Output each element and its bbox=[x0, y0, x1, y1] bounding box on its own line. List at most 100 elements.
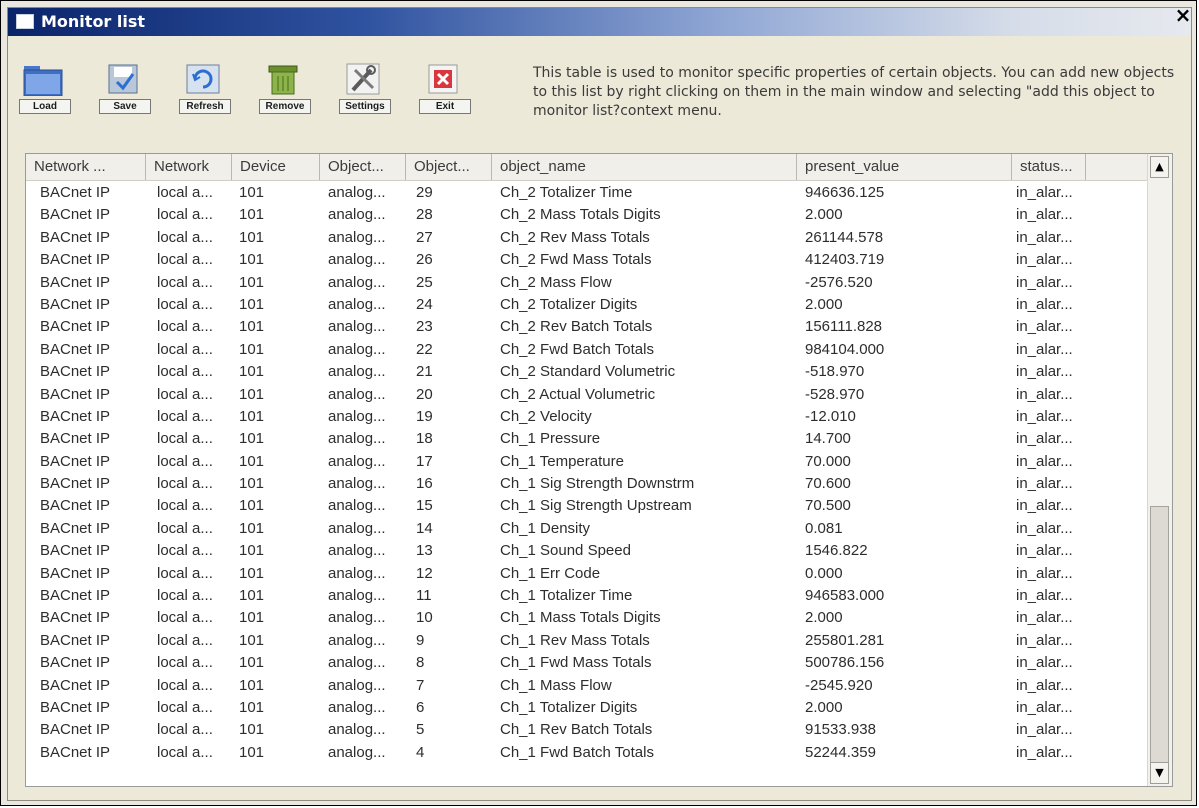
table-cell: Ch_2 Standard Volumetric bbox=[500, 363, 676, 381]
table-cell: 101 bbox=[239, 318, 265, 336]
table-cell: 70.600 bbox=[805, 475, 851, 493]
table-cell: 101 bbox=[239, 385, 265, 403]
table-cell: BACnet IP bbox=[40, 519, 111, 537]
table-row[interactable]: BACnet IP local a... 101 analog... 5 Ch_1 Rev… bbox=[26, 719, 1148, 741]
table-cell: 101 bbox=[239, 519, 265, 537]
table-cell: 101 bbox=[239, 564, 265, 582]
table-row[interactable]: BACnet IP local a... 101 analog... 20 Ch_2 Ac… bbox=[26, 384, 1148, 406]
table-cell: analog... bbox=[328, 318, 386, 336]
table-cell: in_alar... bbox=[1016, 295, 1073, 313]
column-header[interactable]: Network ... bbox=[26, 154, 146, 180]
table-cell: local a... bbox=[157, 295, 213, 313]
table-row[interactable]: BACnet IP local a... 101 analog... 24 Ch_2 To… bbox=[26, 294, 1148, 316]
table-cell: local a... bbox=[157, 430, 213, 448]
table-cell: Ch_1 Rev Batch Totals bbox=[500, 721, 653, 739]
table-row[interactable]: BACnet IP local a... 101 analog... 27 Ch_2 Re… bbox=[26, 227, 1148, 249]
table-row[interactable]: BACnet IP local a... 101 analog... 14 Ch_1 De… bbox=[26, 518, 1148, 540]
monitor-table[interactable]: Network ... Network Device Object... Obj… bbox=[25, 153, 1173, 787]
table-cell: 261144.578 bbox=[805, 228, 884, 246]
table-row[interactable]: BACnet IP local a... 101 analog... 26 Ch_2 Fw… bbox=[26, 249, 1148, 271]
table-cell: in_alar... bbox=[1016, 497, 1073, 515]
table-cell: local a... bbox=[157, 698, 213, 716]
table-row[interactable]: BACnet IP local a... 101 analog... 13 Ch_1 So… bbox=[26, 540, 1148, 562]
table-cell: in_alar... bbox=[1016, 452, 1073, 470]
table-row[interactable]: BACnet IP local a... 101 analog... 28 Ch_2 Ma… bbox=[26, 204, 1148, 226]
table-cell: 101 bbox=[239, 407, 265, 425]
table-row[interactable]: BACnet IP local a... 101 analog... 16 Ch_1 Si… bbox=[26, 473, 1148, 495]
table-cell: Ch_1 Totalizer Time bbox=[500, 587, 633, 605]
table-cell: 11 bbox=[416, 587, 432, 605]
table-cell: 101 bbox=[239, 676, 265, 694]
scroll-down-button[interactable]: ▼ bbox=[1150, 762, 1169, 784]
table-cell: local a... bbox=[157, 519, 213, 537]
column-header[interactable]: Object... bbox=[320, 154, 406, 180]
table-row[interactable]: BACnet IP local a... 101 analog... 23 Ch_2 Re… bbox=[26, 316, 1148, 338]
column-header[interactable]: Network bbox=[146, 154, 232, 180]
table-cell: 9 bbox=[416, 631, 425, 649]
table-cell: BACnet IP bbox=[40, 206, 111, 224]
table-cell: BACnet IP bbox=[40, 497, 111, 515]
title-bar[interactable]: Monitor list bbox=[8, 8, 1191, 36]
table-row[interactable]: BACnet IP local a... 101 analog... 7 Ch_1 Mas… bbox=[26, 675, 1148, 697]
close-button[interactable]: × bbox=[1172, 4, 1194, 26]
table-cell: BACnet IP bbox=[40, 452, 111, 470]
column-header[interactable]: present_value bbox=[797, 154, 1012, 180]
table-cell: 101 bbox=[239, 430, 265, 448]
scroll-up-button[interactable]: ▲ bbox=[1150, 156, 1169, 178]
window-frame: Monitor list × Load Save Refresh Remove … bbox=[0, 0, 1197, 806]
table-row[interactable]: BACnet IP local a... 101 analog... 29 Ch_2 To… bbox=[26, 182, 1148, 204]
table-cell: analog... bbox=[328, 452, 386, 470]
table-row[interactable]: BACnet IP local a... 101 analog... 19 Ch_2 Ve… bbox=[26, 406, 1148, 428]
scroll-thumb[interactable] bbox=[1150, 506, 1169, 764]
table-cell: in_alar... bbox=[1016, 430, 1073, 448]
table-cell: Ch_2 Mass Flow bbox=[500, 273, 612, 291]
table-cell: 101 bbox=[239, 497, 265, 515]
table-cell: 7 bbox=[416, 676, 425, 694]
table-row[interactable]: BACnet IP local a... 101 analog... 18 Ch_1 Pr… bbox=[26, 428, 1148, 450]
table-cell: in_alar... bbox=[1016, 564, 1073, 582]
table-cell: BACnet IP bbox=[40, 587, 111, 605]
table-cell: in_alar... bbox=[1016, 184, 1073, 201]
table-row[interactable]: BACnet IP local a... 101 analog... 21 Ch_2 St… bbox=[26, 361, 1148, 383]
table-row[interactable]: BACnet IP local a... 101 analog... 8 Ch_1 Fwd… bbox=[26, 652, 1148, 674]
table-cell: 101 bbox=[239, 542, 265, 560]
toolbar: Load Save Refresh Remove Settings Exit bbox=[19, 56, 489, 126]
refresh-button[interactable]: Refresh bbox=[179, 56, 231, 114]
table-row[interactable]: BACnet IP local a... 101 analog... 15 Ch_1 Si… bbox=[26, 495, 1148, 517]
table-cell: 2.000 bbox=[805, 609, 843, 627]
table-row[interactable]: BACnet IP local a... 101 analog... 9 Ch_1 Rev… bbox=[26, 630, 1148, 652]
table-cell: Ch_2 Rev Mass Totals bbox=[500, 228, 650, 246]
settings-button[interactable]: Settings bbox=[339, 56, 391, 114]
remove-button[interactable]: Remove bbox=[259, 56, 311, 114]
column-header[interactable]: Object... bbox=[406, 154, 492, 180]
table-cell: local a... bbox=[157, 654, 213, 672]
table-row[interactable]: BACnet IP local a... 101 analog... 6 Ch_1 Tot… bbox=[26, 697, 1148, 719]
table-cell: in_alar... bbox=[1016, 318, 1073, 336]
column-header[interactable]: Device bbox=[232, 154, 320, 180]
table-cell: 101 bbox=[239, 587, 265, 605]
table-row[interactable]: BACnet IP local a... 101 analog... 4 Ch_1 Fwd… bbox=[26, 742, 1148, 764]
table-row[interactable]: BACnet IP local a... 101 analog... 17 Ch_1 Te… bbox=[26, 451, 1148, 473]
table-row[interactable]: BACnet IP local a... 101 analog... 22 Ch_2 Fw… bbox=[26, 339, 1148, 361]
load-button[interactable]: Load bbox=[19, 56, 71, 114]
table-cell: analog... bbox=[328, 385, 386, 403]
table-row[interactable]: BACnet IP local a... 101 analog... 25 Ch_2 Ma… bbox=[26, 272, 1148, 294]
table-row[interactable]: BACnet IP local a... 101 analog... 10 Ch_1 Ma… bbox=[26, 607, 1148, 629]
tools-icon bbox=[346, 63, 380, 95]
column-header-filler bbox=[1086, 154, 1148, 180]
save-icon bbox=[108, 64, 138, 94]
save-button[interactable]: Save bbox=[99, 56, 151, 114]
column-header[interactable]: object_name bbox=[492, 154, 797, 180]
table-cell: local a... bbox=[157, 475, 213, 493]
table-cell: Ch_2 Mass Totals Digits bbox=[500, 206, 661, 224]
table-row[interactable]: BACnet IP local a... 101 analog... 12 Ch_1 Er… bbox=[26, 563, 1148, 585]
exit-button[interactable]: Exit bbox=[419, 56, 471, 114]
table-cell: 101 bbox=[239, 363, 265, 381]
table-cell: Ch_1 Mass Totals Digits bbox=[500, 609, 661, 627]
table-cell: 8 bbox=[416, 654, 425, 672]
column-header[interactable]: status... bbox=[1012, 154, 1086, 180]
table-cell: Ch_1 Temperature bbox=[500, 452, 624, 470]
vertical-scrollbar[interactable]: ▲ ▼ bbox=[1147, 154, 1172, 786]
table-cell: BACnet IP bbox=[40, 340, 111, 358]
table-row[interactable]: BACnet IP local a... 101 analog... 11 Ch_1 To… bbox=[26, 585, 1148, 607]
